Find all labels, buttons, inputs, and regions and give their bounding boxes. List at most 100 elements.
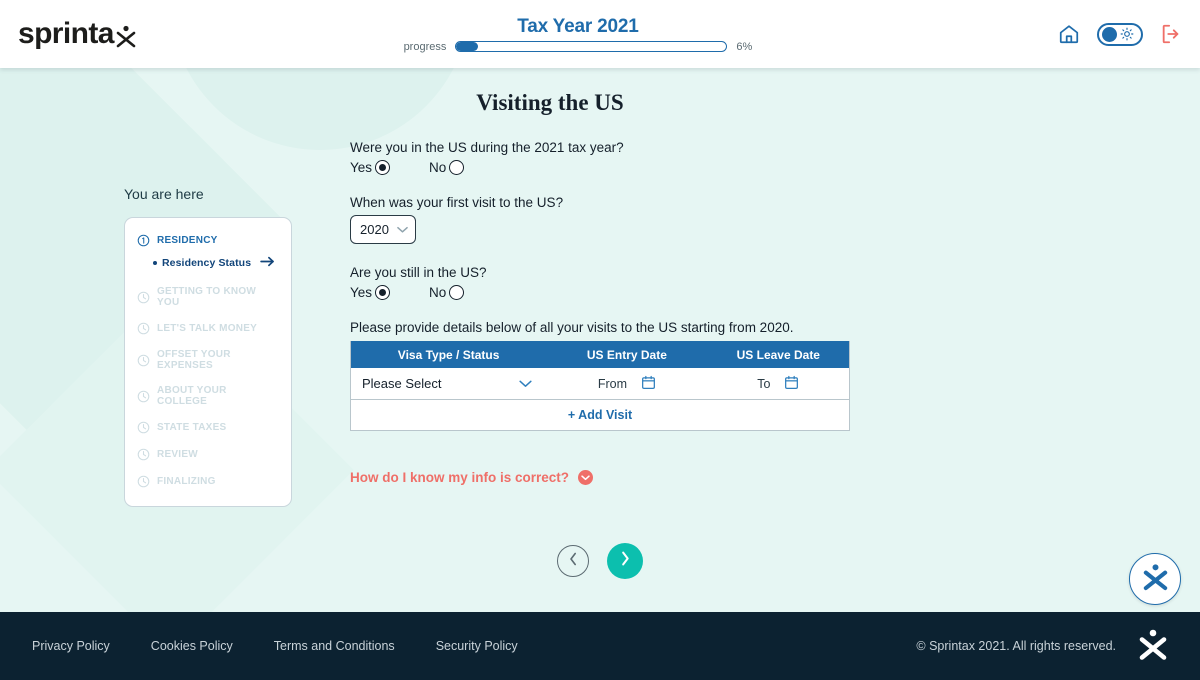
calendar-icon[interactable] [784, 375, 799, 393]
q1-no-label: No [429, 160, 447, 175]
q1-no-option[interactable]: No [429, 160, 465, 175]
question-3-label: Are you still in the US? [350, 265, 487, 280]
sidebar-item-label: GETTING TO KNOW YOU [157, 286, 257, 308]
sidebar-item-offset-your-expenses[interactable]: OFFSET YOUR EXPENSES [137, 349, 279, 371]
calendar-icon[interactable] [641, 375, 656, 393]
sun-icon [1120, 27, 1134, 41]
question-3-radio-group: Yes No [350, 285, 870, 300]
clock-icon [137, 322, 150, 335]
home-icon[interactable] [1058, 23, 1080, 45]
steps-card: RESIDENCY Residency Status GETTING TO KN… [124, 217, 292, 507]
visits-table: Visa Type / Status US Entry Date US Leav… [350, 341, 850, 431]
us-entry-date-field[interactable]: From [546, 375, 707, 393]
main-content: You are here RESIDENCY Residency Status [0, 68, 1200, 620]
us-leave-date-placeholder: To [757, 376, 771, 391]
sidebar-item-label: STATE TAXES [157, 422, 227, 433]
chevron-left-icon [568, 552, 579, 571]
q3-yes-option[interactable]: Yes [350, 285, 391, 300]
first-visit-year-value: 2020 [360, 222, 389, 237]
page-title: Visiting the US [476, 90, 624, 115]
sidebar-item-label: FINALIZING [157, 476, 216, 487]
clock-icon [137, 354, 150, 367]
arrow-right-icon [260, 254, 275, 272]
progress-bar [455, 41, 728, 52]
sidebar-item-label: REVIEW [157, 449, 198, 460]
visits-table-intro: Please provide details below of all your… [350, 320, 794, 335]
header-actions [1058, 22, 1182, 46]
sprintax-float-badge[interactable] [1129, 553, 1181, 605]
chevron-down-icon [397, 222, 408, 237]
chevron-down-circle-icon [578, 470, 594, 485]
q3-no-radio[interactable] [449, 285, 465, 300]
question-1-radio-group: Yes No [350, 160, 870, 175]
q3-yes-radio[interactable] [375, 285, 391, 300]
clock-icon [137, 475, 150, 488]
copyright-text: © Sprintax 2021. All rights reserved. [916, 639, 1116, 653]
sidebar-item-label: RESIDENCY [157, 235, 218, 246]
progress-row: progress 6% [404, 41, 753, 53]
q3-no-label: No [429, 285, 447, 300]
progress-percent: 6% [736, 40, 753, 53]
sidebar-item-label: LET'S TALK MONEY [157, 323, 258, 334]
question-1-label: Were you in the US during the 2021 tax y… [350, 140, 624, 155]
add-visit-button[interactable]: + Add Visit [351, 400, 849, 430]
visa-type-value: Please Select [362, 376, 442, 391]
first-visit-year-select[interactable]: 2020 [350, 215, 416, 244]
clock-icon [137, 448, 150, 461]
sidebar-item-lets-talk-money[interactable]: LET'S TALK MONEY [137, 322, 279, 335]
footer-link-privacy-policy[interactable]: Privacy Policy [32, 639, 110, 653]
column-header-visa-type: Visa Type / Status [397, 347, 500, 362]
logout-icon[interactable] [1160, 23, 1182, 45]
q1-no-radio[interactable] [449, 160, 465, 175]
q1-yes-option[interactable]: Yes [350, 160, 391, 175]
back-button[interactable] [557, 545, 589, 577]
q1-yes-label: Yes [350, 160, 373, 175]
us-leave-date-field[interactable]: To [708, 375, 849, 393]
q3-yes-label: Yes [350, 285, 373, 300]
sidebar-item-state-taxes[interactable]: STATE TAXES [137, 421, 279, 434]
sprintax-x-mark-icon [1141, 561, 1170, 597]
progress-sidebar: You are here RESIDENCY Residency Status [124, 186, 292, 507]
tax-year-title: Tax Year 2021 [517, 15, 639, 37]
clock-icon [137, 291, 150, 304]
chevron-down-icon [519, 376, 532, 391]
q3-no-option[interactable]: No [429, 285, 465, 300]
header-progress-area: Tax Year 2021 progress 6% [98, 16, 1058, 53]
how-do-i-know-info-correct-link[interactable]: How do I know my info is correct? [350, 470, 870, 485]
question-2-label: When was your first visit to the US? [350, 195, 564, 210]
help-link-label: How do I know my info is correct? [350, 470, 570, 485]
footer-right: © Sprintax 2021. All rights reserved. [916, 627, 1168, 666]
sidebar-item-residency[interactable]: RESIDENCY [137, 234, 279, 247]
clock-icon [137, 390, 150, 403]
number-one-circle-icon [137, 234, 150, 247]
sidebar-item-review[interactable]: REVIEW [137, 448, 279, 461]
footer-link-terms-and-conditions[interactable]: Terms and Conditions [274, 639, 395, 653]
visits-table-header: Visa Type / Status US Entry Date US Leav… [351, 341, 849, 368]
theme-toggle-knob [1102, 26, 1117, 42]
footer-link-security-policy[interactable]: Security Policy [436, 639, 518, 653]
sidebar-heading: You are here [124, 186, 204, 202]
column-header-us-entry-date: US Entry Date [586, 347, 667, 362]
sidebar-item-finalizing[interactable]: FINALIZING [137, 475, 279, 488]
app-header: sprinta Tax Year 2021 progress 6% [0, 0, 1200, 68]
table-row: Please Select From To [351, 368, 849, 400]
us-entry-date-placeholder: From [597, 376, 628, 391]
sprintax-x-mark-icon [1138, 627, 1168, 666]
footer-links: Privacy Policy Cookies Policy Terms and … [32, 639, 518, 653]
sprintax-x-mark-icon [114, 19, 138, 49]
sprintax-logo[interactable]: sprinta [18, 17, 138, 51]
sidebar-item-getting-to-know-you[interactable]: GETTING TO KNOW YOU [137, 286, 279, 308]
sidebar-substep-residency-status[interactable]: Residency Status [153, 254, 279, 272]
sidebar-substep-label: Residency Status [162, 257, 252, 269]
progress-bar-fill [456, 42, 479, 51]
theme-toggle[interactable] [1097, 22, 1143, 46]
next-button[interactable] [607, 543, 643, 579]
q1-yes-radio[interactable] [375, 160, 391, 175]
footer-link-cookies-policy[interactable]: Cookies Policy [151, 639, 233, 653]
sidebar-item-about-your-college[interactable]: ABOUT YOUR COLLEGE [137, 385, 279, 407]
residency-form: Visiting the US Were you in the US durin… [350, 90, 870, 485]
visa-type-select[interactable]: Please Select [351, 376, 546, 391]
column-header-us-leave-date: US Leave Date [736, 347, 820, 362]
progress-label: progress [403, 40, 447, 53]
app-footer: Privacy Policy Cookies Policy Terms and … [0, 612, 1200, 680]
